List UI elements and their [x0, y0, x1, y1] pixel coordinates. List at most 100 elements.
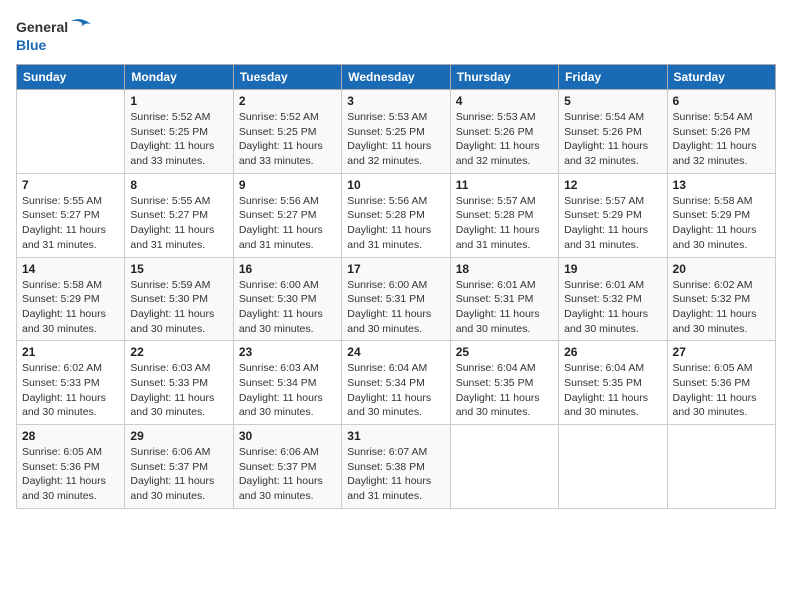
day-number: 29 — [130, 429, 227, 443]
day-cell: 1 Sunrise: 5:52 AMSunset: 5:25 PMDaylight… — [125, 90, 233, 174]
day-info: Sunrise: 5:56 AMSunset: 5:28 PMDaylight:… — [347, 194, 444, 253]
day-info: Sunrise: 5:58 AMSunset: 5:29 PMDaylight:… — [673, 194, 770, 253]
day-cell: 16 Sunrise: 6:00 AMSunset: 5:30 PMDayligh… — [233, 257, 341, 341]
week-row-4: 21 Sunrise: 6:02 AMSunset: 5:33 PMDayligh… — [17, 341, 776, 425]
day-number: 9 — [239, 178, 336, 192]
day-info: Sunrise: 5:59 AMSunset: 5:30 PMDaylight:… — [130, 278, 227, 337]
day-info: Sunrise: 6:04 AMSunset: 5:35 PMDaylight:… — [456, 361, 553, 420]
day-cell: 7 Sunrise: 5:55 AMSunset: 5:27 PMDaylight… — [17, 173, 125, 257]
day-info: Sunrise: 6:04 AMSunset: 5:35 PMDaylight:… — [564, 361, 661, 420]
day-cell: 3 Sunrise: 5:53 AMSunset: 5:25 PMDaylight… — [342, 90, 450, 174]
day-cell: 24 Sunrise: 6:04 AMSunset: 5:34 PMDayligh… — [342, 341, 450, 425]
header-cell-monday: Monday — [125, 65, 233, 90]
calendar-table: SundayMondayTuesdayWednesdayThursdayFrid… — [16, 64, 776, 509]
week-row-5: 28 Sunrise: 6:05 AMSunset: 5:36 PMDayligh… — [17, 425, 776, 509]
header-cell-saturday: Saturday — [667, 65, 775, 90]
day-number: 8 — [130, 178, 227, 192]
day-cell: 28 Sunrise: 6:05 AMSunset: 5:36 PMDayligh… — [17, 425, 125, 509]
day-cell: 2Sunrise: 5:52 AMSunset: 5:25 PMDaylight… — [233, 90, 341, 174]
day-number: 26 — [564, 345, 661, 359]
svg-text:General: General — [16, 19, 68, 35]
day-info: Sunrise: 5:58 AMSunset: 5:29 PMDaylight:… — [22, 278, 119, 337]
day-info: Sunrise: 5:53 AMSunset: 5:26 PMDaylight:… — [456, 110, 553, 169]
day-info: Sunrise: 5:54 AMSunset: 5:26 PMDaylight:… — [564, 110, 661, 169]
day-info: Sunrise: 6:05 AMSunset: 5:36 PMDaylight:… — [22, 445, 119, 504]
day-number: 12 — [564, 178, 661, 192]
day-number: 27 — [673, 345, 770, 359]
day-info: Sunrise: 5:53 AMSunset: 5:25 PMDaylight:… — [347, 110, 444, 169]
day-cell — [450, 425, 558, 509]
day-cell — [559, 425, 667, 509]
day-info: Sunrise: 5:57 AMSunset: 5:28 PMDaylight:… — [456, 194, 553, 253]
day-cell: 18 Sunrise: 6:01 AMSunset: 5:31 PMDayligh… — [450, 257, 558, 341]
day-number: 6 — [673, 94, 770, 108]
day-number: 5 — [564, 94, 661, 108]
day-number: 25 — [456, 345, 553, 359]
svg-text:Blue: Blue — [16, 37, 47, 53]
day-info: Sunrise: 6:07 AMSunset: 5:38 PMDaylight:… — [347, 445, 444, 504]
day-cell: 6Sunrise: 5:54 AMSunset: 5:26 PMDaylight… — [667, 90, 775, 174]
day-number: 14 — [22, 262, 119, 276]
day-number: 28 — [22, 429, 119, 443]
day-number: 3 — [347, 94, 444, 108]
day-number: 17 — [347, 262, 444, 276]
day-info: Sunrise: 6:03 AMSunset: 5:34 PMDaylight:… — [239, 361, 336, 420]
calendar-header: SundayMondayTuesdayWednesdayThursdayFrid… — [17, 65, 776, 90]
logo: General Blue — [16, 16, 96, 56]
day-number: 24 — [347, 345, 444, 359]
day-info: Sunrise: 6:01 AMSunset: 5:32 PMDaylight:… — [564, 278, 661, 337]
week-row-2: 7 Sunrise: 5:55 AMSunset: 5:27 PMDaylight… — [17, 173, 776, 257]
day-number: 30 — [239, 429, 336, 443]
day-cell: 23 Sunrise: 6:03 AMSunset: 5:34 PMDayligh… — [233, 341, 341, 425]
day-info: Sunrise: 6:04 AMSunset: 5:34 PMDaylight:… — [347, 361, 444, 420]
day-info: Sunrise: 5:55 AMSunset: 5:27 PMDaylight:… — [22, 194, 119, 253]
day-cell: 9 Sunrise: 5:56 AMSunset: 5:27 PMDaylight… — [233, 173, 341, 257]
day-info: Sunrise: 5:56 AMSunset: 5:27 PMDaylight:… — [239, 194, 336, 253]
day-cell — [17, 90, 125, 174]
day-number: 11 — [456, 178, 553, 192]
day-info: Sunrise: 5:55 AMSunset: 5:27 PMDaylight:… — [130, 194, 227, 253]
day-info: Sunrise: 6:03 AMSunset: 5:33 PMDaylight:… — [130, 361, 227, 420]
day-number: 16 — [239, 262, 336, 276]
day-cell: 15Sunrise: 5:59 AMSunset: 5:30 PMDayligh… — [125, 257, 233, 341]
day-cell — [667, 425, 775, 509]
day-info: Sunrise: 6:02 AMSunset: 5:33 PMDaylight:… — [22, 361, 119, 420]
day-cell: 27 Sunrise: 6:05 AMSunset: 5:36 PMDayligh… — [667, 341, 775, 425]
day-info: Sunrise: 6:06 AMSunset: 5:37 PMDaylight:… — [239, 445, 336, 504]
day-number: 7 — [22, 178, 119, 192]
day-number: 31 — [347, 429, 444, 443]
day-info: Sunrise: 5:52 AMSunset: 5:25 PMDaylight:… — [130, 110, 227, 169]
day-number: 18 — [456, 262, 553, 276]
week-row-1: 1 Sunrise: 5:52 AMSunset: 5:25 PMDaylight… — [17, 90, 776, 174]
day-cell: 26 Sunrise: 6:04 AMSunset: 5:35 PMDayligh… — [559, 341, 667, 425]
day-number: 23 — [239, 345, 336, 359]
header-cell-tuesday: Tuesday — [233, 65, 341, 90]
day-number: 1 — [130, 94, 227, 108]
calendar-body: 1 Sunrise: 5:52 AMSunset: 5:25 PMDaylight… — [17, 90, 776, 509]
page-header: General Blue — [16, 16, 776, 56]
logo-svg: General Blue — [16, 16, 96, 56]
week-row-3: 14 Sunrise: 5:58 AMSunset: 5:29 PMDayligh… — [17, 257, 776, 341]
day-cell: 13 Sunrise: 5:58 AMSunset: 5:29 PMDayligh… — [667, 173, 775, 257]
day-info: Sunrise: 6:02 AMSunset: 5:32 PMDaylight:… — [673, 278, 770, 337]
day-number: 10 — [347, 178, 444, 192]
day-number: 19 — [564, 262, 661, 276]
day-cell: 14 Sunrise: 5:58 AMSunset: 5:29 PMDayligh… — [17, 257, 125, 341]
day-cell: 21 Sunrise: 6:02 AMSunset: 5:33 PMDayligh… — [17, 341, 125, 425]
day-cell: 19 Sunrise: 6:01 AMSunset: 5:32 PMDayligh… — [559, 257, 667, 341]
day-info: Sunrise: 6:01 AMSunset: 5:31 PMDaylight:… — [456, 278, 553, 337]
day-cell: 30 Sunrise: 6:06 AMSunset: 5:37 PMDayligh… — [233, 425, 341, 509]
header-cell-sunday: Sunday — [17, 65, 125, 90]
day-cell: 22Sunrise: 6:03 AMSunset: 5:33 PMDayligh… — [125, 341, 233, 425]
day-info: Sunrise: 6:05 AMSunset: 5:36 PMDaylight:… — [673, 361, 770, 420]
day-number: 20 — [673, 262, 770, 276]
day-cell: 29Sunrise: 6:06 AMSunset: 5:37 PMDayligh… — [125, 425, 233, 509]
day-cell: 4Sunrise: 5:53 AMSunset: 5:26 PMDaylight… — [450, 90, 558, 174]
day-cell: 31 Sunrise: 6:07 AMSunset: 5:38 PMDayligh… — [342, 425, 450, 509]
header-cell-wednesday: Wednesday — [342, 65, 450, 90]
day-number: 21 — [22, 345, 119, 359]
day-info: Sunrise: 6:00 AMSunset: 5:30 PMDaylight:… — [239, 278, 336, 337]
day-number: 13 — [673, 178, 770, 192]
day-cell: 17Sunrise: 6:00 AMSunset: 5:31 PMDayligh… — [342, 257, 450, 341]
header-cell-friday: Friday — [559, 65, 667, 90]
